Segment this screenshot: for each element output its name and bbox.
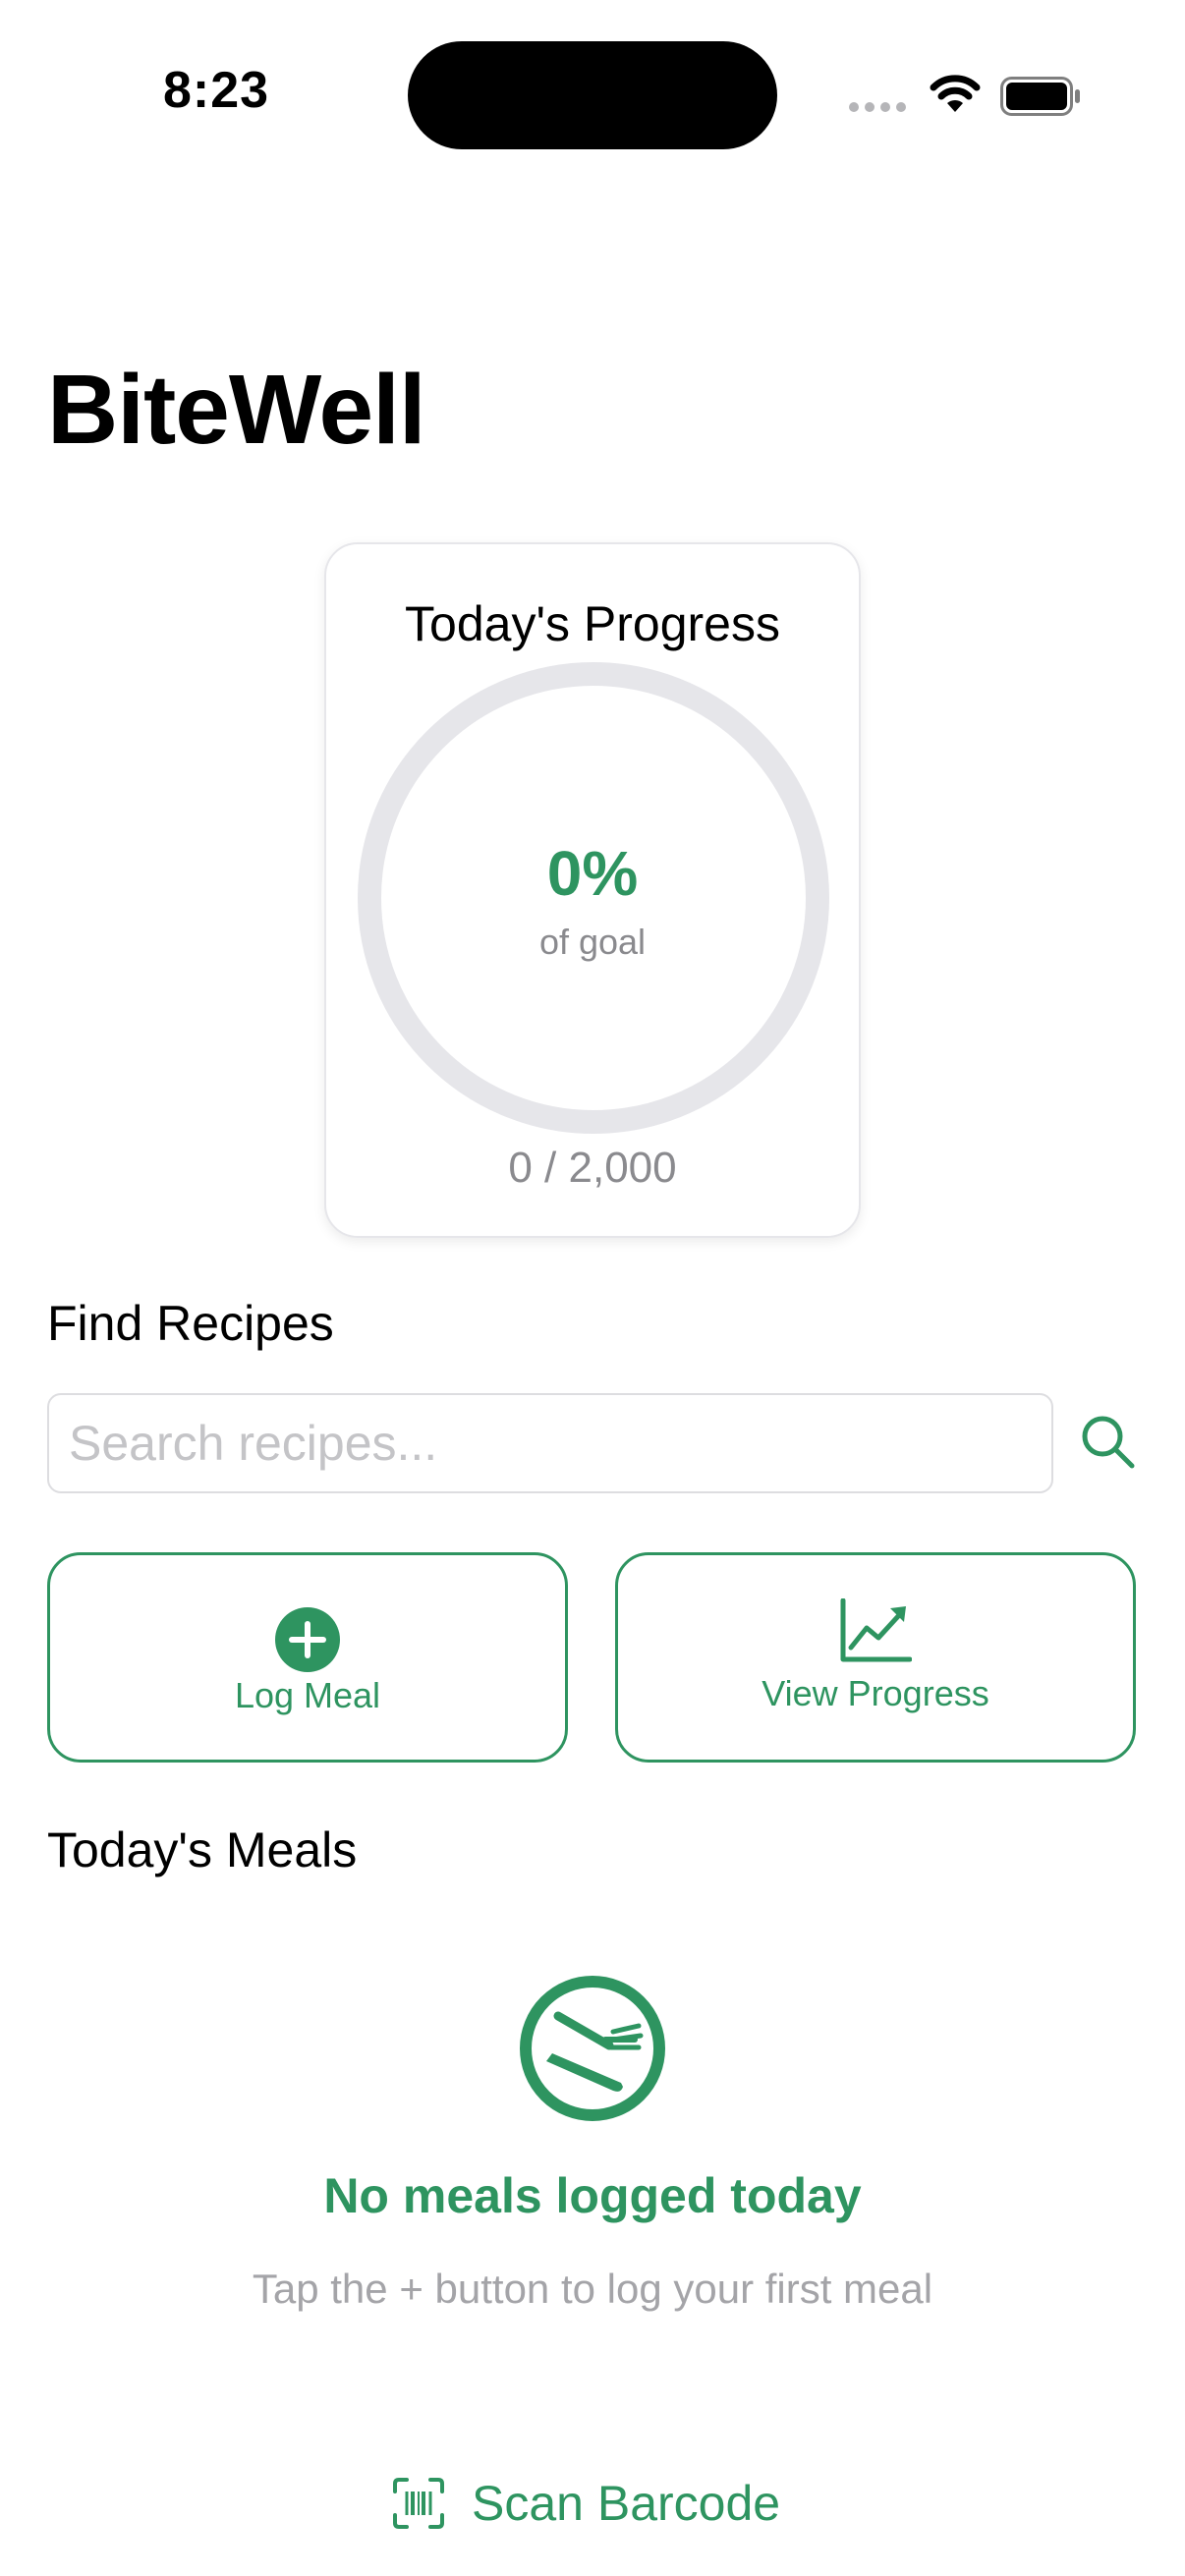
progress-caption: of goal [538,922,647,962]
search-icon [1082,1416,1135,1469]
fork-knife-icon [520,1976,665,2121]
log-meal-label: Log Meal [234,1675,381,1715]
empty-state-title: No meals logged today [323,2168,862,2223]
progress-card: Today's Progress 0% of goal 0 / 2,000 [324,542,861,1238]
log-meal-button[interactable]: Log Meal [47,1552,568,1763]
scan-barcode-button[interactable]: Scan Barcode [393,2464,806,2543]
calorie-count: 0 / 2,000 [508,1144,677,1192]
search-button[interactable] [1077,1411,1140,1474]
view-progress-label: View Progress [762,1673,989,1713]
empty-state-subtitle: Tap the + button to log your first meal [252,2266,933,2312]
plus-circle-icon [275,1607,340,1672]
battery-icon [1000,77,1080,116]
find-recipes-heading: Find Recipes [47,1296,334,1351]
scan-barcode-label: Scan Barcode [472,2476,781,2531]
status-bar: 8:23 [0,0,1185,196]
wifi-icon [930,75,981,112]
progress-card-title: Today's Progress [405,596,780,651]
chart-line-icon [840,1598,912,1662]
search-input[interactable] [47,1393,1053,1493]
page-title: BiteWell [47,355,426,465]
progress-percent: 0% [546,838,639,909]
view-progress-button[interactable]: View Progress [615,1552,1136,1763]
dynamic-island [408,41,777,149]
todays-meals-heading: Today's Meals [47,1822,358,1877]
barcode-viewfinder-icon [393,2478,444,2529]
status-time: 8:23 [162,62,270,119]
cellular-signal-icon [849,102,906,112]
